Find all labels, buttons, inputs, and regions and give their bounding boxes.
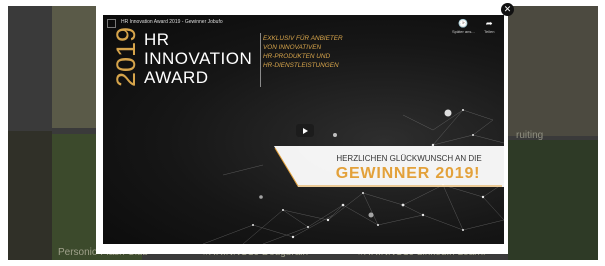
share-button[interactable]: ➦ Teilen bbox=[484, 19, 494, 34]
play-button[interactable] bbox=[296, 124, 314, 137]
video-player[interactable]: HR Innovation Award 2019 - Gewinner Jobu… bbox=[103, 15, 504, 244]
congrats-text: HERZLICHEN GLÜCKWUNSCH AN DIE bbox=[336, 154, 482, 163]
background-thumbnail bbox=[8, 131, 52, 260]
headline-line: HR bbox=[144, 30, 170, 49]
tagline-line: HR-PRODUKTEN UND bbox=[263, 53, 331, 60]
headline-line: AWARD bbox=[144, 68, 209, 87]
svg-text:2019: 2019 bbox=[111, 27, 141, 87]
share-icon: ➦ bbox=[485, 19, 493, 28]
video-title[interactable]: HR Innovation Award 2019 - Gewinner Jobu… bbox=[121, 19, 223, 25]
share-label: Teilen bbox=[484, 29, 495, 34]
tagline-line: HR-DIENSTLEISTUNGEN bbox=[263, 62, 339, 69]
divider bbox=[260, 33, 261, 87]
tagline-line: VON INNOVATIVEN bbox=[263, 44, 322, 51]
award-year: 2019 bbox=[111, 27, 141, 87]
watch-later-button[interactable]: 🕑 Später ans... bbox=[452, 19, 475, 34]
clock-icon: 🕑 bbox=[458, 19, 469, 28]
winners-text: GEWINNER 2019! bbox=[335, 165, 481, 182]
background-side-text: ruiting bbox=[516, 130, 544, 141]
tagline-line: EXKLUSIV FÜR ANBIETER bbox=[263, 35, 343, 42]
background-thumbnail bbox=[508, 140, 598, 260]
headline-line: INNOVATION bbox=[144, 49, 253, 68]
watch-later-label: Später ans... bbox=[452, 29, 475, 34]
background-thumbnail bbox=[508, 6, 598, 136]
